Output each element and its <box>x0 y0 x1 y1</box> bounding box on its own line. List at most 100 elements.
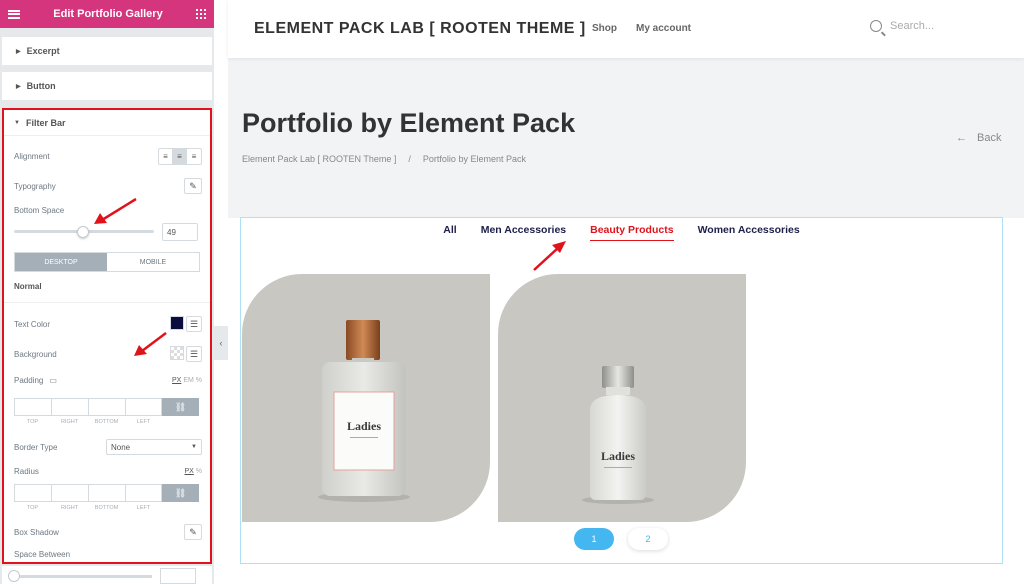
unit-px[interactable]: PX <box>172 377 181 384</box>
caret-right-icon: ▶ <box>16 48 21 55</box>
collapse-panel-button[interactable]: ‹ <box>214 326 228 360</box>
breadcrumb-home[interactable]: Element Pack Lab [ ROOTEN Theme ] <box>242 154 396 164</box>
typography-control: Typography ✎ <box>14 178 202 194</box>
link-icon[interactable]: ⛓ <box>162 398 199 416</box>
radius-left-input[interactable] <box>125 484 162 502</box>
align-right-icon[interactable]: ≡ <box>187 149 201 164</box>
space-between-control: Space Between <box>14 550 202 559</box>
pencil-icon[interactable]: ✎ <box>184 524 202 540</box>
tall-bottle-icon: Ladies <box>318 320 410 502</box>
caret-right-icon: ▶ <box>16 83 21 90</box>
section-button[interactable]: ▶ Button <box>2 72 212 100</box>
section-label: Button <box>26 81 56 91</box>
unit-em[interactable]: EM <box>183 377 194 384</box>
widgets-grid-icon[interactable] <box>196 9 206 19</box>
pencil-icon[interactable]: ✎ <box>184 178 202 194</box>
align-center-icon[interactable]: ≡ <box>173 149 187 164</box>
radius-top-input[interactable] <box>14 484 51 502</box>
radius-control: Radius PX % <box>14 467 202 476</box>
chevron-down-icon: ▼ <box>191 444 197 450</box>
back-link[interactable]: ← Back <box>956 132 1001 144</box>
padding-label: Padding <box>14 376 44 385</box>
pagination: 1 2 <box>574 528 668 550</box>
slider-handle[interactable] <box>76 226 89 238</box>
space-between-label: Space Between <box>14 550 71 559</box>
unit-px[interactable]: PX <box>184 468 193 475</box>
padding-dimension-labels: TOP RIGHT BOTTOM LEFT <box>14 419 162 425</box>
padding-right-input[interactable] <box>51 398 88 416</box>
dim-label: BOTTOM <box>94 419 119 425</box>
filter-bar: All Men Accessories Beauty Products Wome… <box>241 224 1002 241</box>
page-title: Portfolio by Element Pack <box>242 108 576 138</box>
page-2-button[interactable]: 2 <box>628 528 668 550</box>
editor-root: Edit Portfolio Gallery ▶ Excerpt ▶ Butto… <box>0 0 1024 584</box>
search-icon[interactable] <box>870 20 882 32</box>
product-label-text: Ladies <box>347 419 381 433</box>
global-colors-icon[interactable]: ☰ <box>186 316 202 332</box>
radius-dimension-labels: TOP RIGHT BOTTOM LEFT <box>14 505 162 511</box>
bottom-space-label: Bottom Space <box>14 206 65 215</box>
text-color-label: Text Color <box>14 319 51 329</box>
panel-title: Edit Portfolio Gallery <box>53 8 163 20</box>
filter-men-accessories[interactable]: Men Accessories <box>469 224 578 236</box>
product-label-text: Ladies <box>601 449 635 463</box>
site-preview: ELEMENT PACK LAB [ ROOTEN THEME ] Shop M… <box>228 0 1024 584</box>
bottom-space-input[interactable]: 49 <box>162 223 198 241</box>
transparent-swatch[interactable] <box>170 346 184 360</box>
space-between-input[interactable] <box>160 568 196 584</box>
device-tabs: DESKTOP MOBILE <box>14 252 200 272</box>
padding-units: PX EM % <box>172 377 202 384</box>
page-hero: Portfolio by Element Pack Element Pack L… <box>228 58 1024 218</box>
nav-shop[interactable]: Shop <box>592 23 617 34</box>
filter-beauty-products[interactable]: Beauty Products <box>578 224 685 241</box>
breadcrumb-separator: / <box>408 154 411 164</box>
back-label: Back <box>977 132 1002 144</box>
padding-inputs: ⛓ <box>14 398 199 416</box>
link-icon[interactable]: ⛓ <box>162 484 199 502</box>
radius-bottom-input[interactable] <box>88 484 125 502</box>
space-between-slider[interactable] <box>12 575 152 578</box>
border-type-select[interactable]: None ▼ <box>106 439 202 455</box>
padding-top-input[interactable] <box>14 398 51 416</box>
align-left-icon[interactable]: ≡ <box>159 149 173 164</box>
unit-percent[interactable]: % <box>196 377 202 384</box>
menu-icon[interactable] <box>8 9 20 19</box>
normal-label: Normal <box>14 282 42 291</box>
portfolio-item[interactable]: Ladies <box>498 274 746 522</box>
text-color-control: Text Color ☰ <box>14 316 202 332</box>
tab-desktop[interactable]: DESKTOP <box>15 253 107 271</box>
portfolio-gallery: All Men Accessories Beauty Products Wome… <box>240 217 1003 564</box>
alignment-buttons: ≡ ≡ ≡ <box>158 148 202 165</box>
padding-bottom-input[interactable] <box>88 398 125 416</box>
filter-bar-header[interactable]: ▼ Filter Bar <box>4 110 210 136</box>
section-excerpt[interactable]: ▶ Excerpt <box>2 37 212 65</box>
color-swatch[interactable] <box>170 316 184 330</box>
site-brand[interactable]: ELEMENT PACK LAB [ ROOTEN THEME ] <box>254 20 586 38</box>
radius-inputs: ⛓ <box>14 484 199 502</box>
portfolio-item[interactable]: Ladies <box>242 274 490 522</box>
dim-label: TOP <box>26 419 39 425</box>
short-bottle-icon: Ladies <box>582 366 654 504</box>
tab-mobile[interactable]: MOBILE <box>107 253 199 271</box>
filter-women-accessories[interactable]: Women Accessories <box>686 224 812 236</box>
page-1-button[interactable]: 1 <box>574 528 614 550</box>
section-label: Filter Bar <box>25 117 66 128</box>
slider-handle[interactable] <box>8 570 20 582</box>
dim-label: LEFT <box>136 419 151 425</box>
editor-panel: Edit Portfolio Gallery ▶ Excerpt ▶ Butto… <box>0 0 214 584</box>
dim-label: LEFT <box>136 505 151 511</box>
typography-label: Typography <box>14 181 56 191</box>
caret-down-icon: ▼ <box>14 119 20 126</box>
chevron-left-icon: ‹ <box>219 338 223 348</box>
breadcrumb-current: Portfolio by Element Pack <box>422 154 526 164</box>
bottom-space-control: Bottom Space <box>14 206 202 215</box>
nav-my-account[interactable]: My account <box>636 23 691 34</box>
desktop-icon[interactable]: ▭ <box>49 376 57 385</box>
padding-left-input[interactable] <box>125 398 162 416</box>
background-label: Background <box>14 349 57 359</box>
filter-all[interactable]: All <box>431 224 468 236</box>
search-box[interactable]: Search... <box>870 20 934 32</box>
unit-percent[interactable]: % <box>196 468 202 475</box>
radius-right-input[interactable] <box>51 484 88 502</box>
global-colors-icon[interactable]: ☰ <box>186 346 202 362</box>
